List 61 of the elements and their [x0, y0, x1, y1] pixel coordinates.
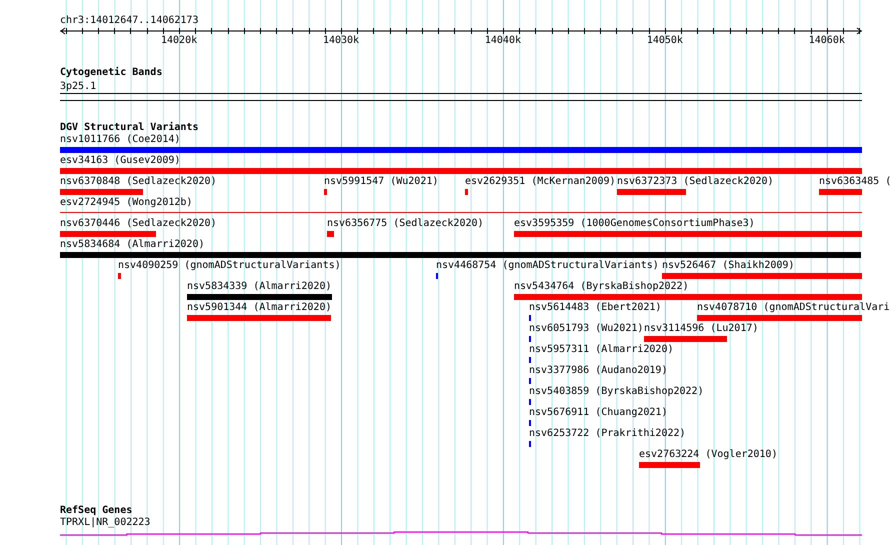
track-title: DGV Structural Variants: [60, 122, 198, 134]
feature-bar[interactable]: [60, 231, 156, 237]
feature-label: esv2724945 (Wong2012b): [60, 197, 192, 209]
feature-bar[interactable]: [465, 189, 468, 195]
feature-label: esv34163 (Gusev2009): [60, 155, 180, 167]
feature-label: nsv6372373 (Sedlazeck2020): [617, 176, 774, 188]
locus-label: chr3:14012647..14062173: [60, 15, 198, 27]
feature-label: nsv5957311 (Almarri2020): [529, 344, 674, 356]
cytoband[interactable]: [60, 93, 862, 101]
feature-bar[interactable]: [118, 273, 121, 279]
gene-label: TPRXL|NR_002223: [60, 517, 150, 529]
feature-label: esv2763224 (Vogler2010): [639, 449, 778, 461]
feature-label: nsv1011766 (Coe2014): [60, 134, 180, 146]
feature-label: nsv5834339 (Almarri2020): [187, 281, 332, 293]
feature-label: esv2629351 (McKernan2009): [465, 176, 616, 188]
feature-label: nsv5834684 (Almarri2020): [60, 239, 204, 251]
feature-bar[interactable]: [639, 462, 700, 468]
axis-tick-label: 14050k: [646, 35, 683, 47]
feature-bar[interactable]: [697, 315, 862, 321]
track-title: Cytogenetic Bands: [60, 67, 162, 79]
feature-label: nsv4078710 (gnomADStructuralVari: [697, 302, 890, 314]
feature-label: nsv5403859 (ByrskaBishop2022): [529, 386, 704, 398]
feature-label: nsv5614483 (Ebert2021): [529, 302, 662, 314]
feature-label: nsv6253722 (Prakrithi2022): [529, 428, 686, 440]
track-title: RefSeq Genes: [60, 505, 132, 517]
feature-label: nsv4468754 (gnomADStructuralVariants): [436, 260, 659, 272]
feature-label: nsv5991547 (Wu2021): [324, 176, 438, 188]
gene-model-line[interactable]: [60, 529, 862, 537]
feature-line[interactable]: [60, 212, 862, 213]
feature-label: nsv3377986 (Audano2019): [529, 365, 668, 377]
axis-tick-label: 14060k: [808, 35, 845, 47]
feature-label: nsv6363485 (: [819, 176, 890, 188]
feature-bar[interactable]: [327, 231, 334, 237]
feature-bar[interactable]: [187, 294, 332, 300]
feature-label: nsv5676911 (Chuang2021): [529, 407, 668, 419]
feature-label: nsv6051793 (Wu2021): [529, 323, 644, 335]
feature-bar[interactable]: [644, 336, 727, 342]
feature-bar[interactable]: [187, 315, 331, 321]
feature-bar[interactable]: [662, 273, 862, 279]
feature-bar[interactable]: [324, 189, 327, 195]
feature-label: nsv526467 (Shaikh2009): [662, 260, 794, 272]
feature-bar[interactable]: [514, 231, 862, 237]
axis-tick-label: 14040k: [484, 35, 521, 47]
axis-tick-label: 14030k: [322, 35, 360, 47]
feature-bar[interactable]: [60, 168, 862, 174]
feature-bar[interactable]: [60, 252, 861, 258]
feature-label: nsv5901344 (Almarri2020): [187, 302, 332, 314]
feature-label: nsv4090259 (gnomADStructuralVariants): [118, 260, 341, 272]
feature-bar[interactable]: [617, 189, 686, 195]
feature-bar[interactable]: [514, 294, 862, 300]
feature-label: nsv3114596 (Lu2017): [644, 323, 758, 335]
band-label: 3p25.1: [60, 81, 96, 93]
feature-bar[interactable]: [60, 189, 143, 195]
axis-tick-label: 14020k: [161, 35, 198, 47]
feature-label: nsv6370848 (Sedlazeck2020): [60, 176, 217, 188]
feature-label: nsv6370446 (Sedlazeck2020): [60, 218, 217, 230]
feature-label: nsv6356775 (Sedlazeck2020): [327, 218, 484, 230]
feature-bar[interactable]: [819, 189, 862, 195]
feature-bar[interactable]: [60, 147, 862, 153]
feature-label: esv3595359 (1000GenomesConsortiumPhase3): [514, 218, 755, 230]
feature-label: nsv5434764 (ByrskaBishop2022): [514, 281, 689, 293]
